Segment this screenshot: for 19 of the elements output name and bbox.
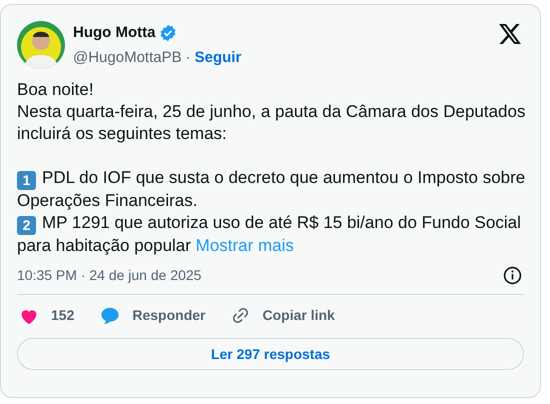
like-action[interactable]: 152 (19, 305, 74, 326)
avatar (17, 21, 65, 69)
number-key-badge: 1 (17, 171, 36, 190)
author-handle[interactable]: @HugoMottaPB (73, 46, 182, 69)
timestamp[interactable]: 10:35 PM · 24 de jun de 2025 (17, 265, 202, 286)
tweet-text: Nesta quarta-feira, 25 de junho, a pauta da Câmara dos Deputados incluirá os seguintes temas: (17, 101, 526, 145)
tweet-text: 1 PDL do IOF que susta o decreto que aumentou o Imposto sobre Operações Financeiras. (17, 167, 526, 212)
tweet-text: Boa noite! (17, 79, 95, 101)
speech-bubble-icon (100, 306, 120, 324)
number-key-badge: 2 (17, 216, 36, 235)
tweet-text: 2 MP 1291 que autoriza uso de até R$ 15 bi/ano do Fundo Social para habitação popular Mostrar mais (17, 212, 522, 257)
copy-action[interactable]: Copiar link (231, 305, 335, 326)
read-replies-button[interactable]: Ler 297 respostas (17, 338, 524, 370)
author-name[interactable]: Hugo Motta (73, 22, 156, 44)
separator-dot: · (186, 48, 191, 68)
follow-link[interactable]: Seguir (194, 46, 242, 69)
info-icon[interactable] (503, 266, 522, 285)
reply-action[interactable]: Responder (100, 305, 206, 326)
x-logo-icon[interactable] (499, 24, 521, 44)
